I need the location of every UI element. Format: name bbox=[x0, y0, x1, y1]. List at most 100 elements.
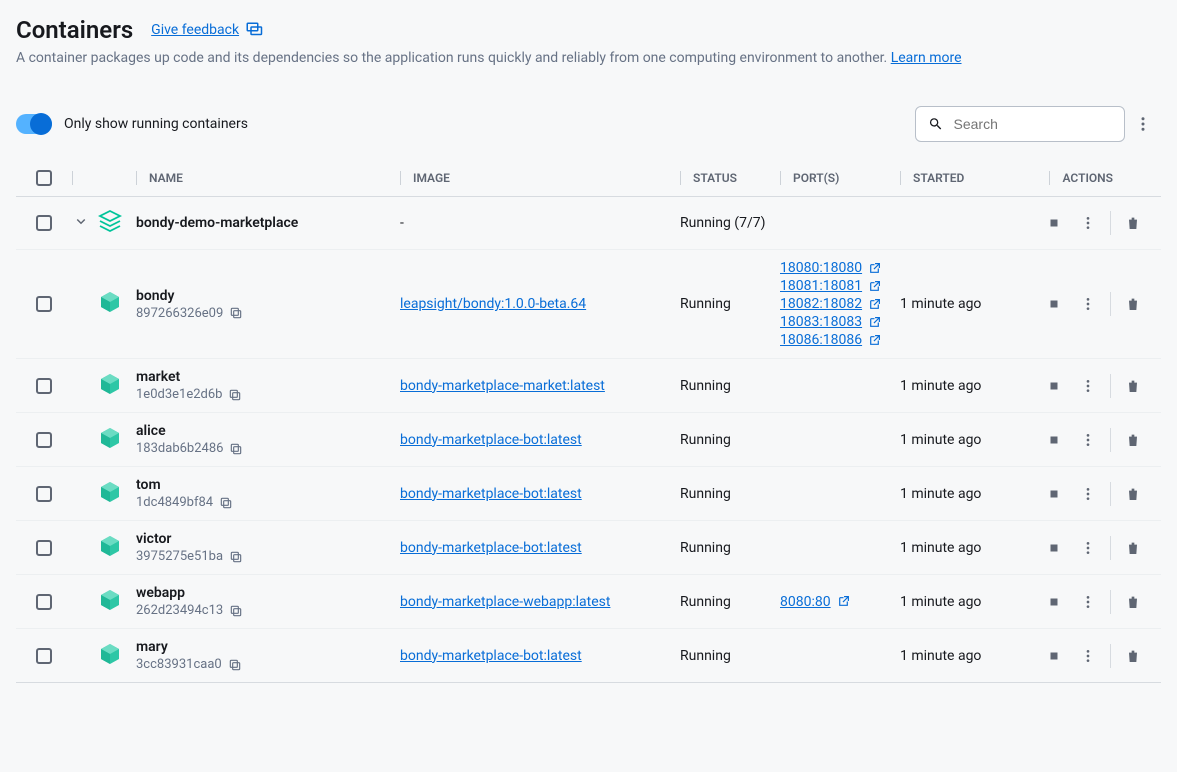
image-link[interactable]: bondy-marketplace-webapp:latest bbox=[400, 594, 610, 610]
delete-button[interactable] bbox=[1117, 586, 1149, 618]
delete-button[interactable] bbox=[1117, 478, 1149, 510]
stop-button[interactable] bbox=[1038, 370, 1070, 402]
delete-button[interactable] bbox=[1117, 424, 1149, 456]
container-name[interactable]: alice bbox=[136, 423, 400, 439]
container-id: 262d23494c13 bbox=[136, 603, 223, 618]
row-more-button[interactable] bbox=[1072, 532, 1104, 564]
delete-button[interactable] bbox=[1117, 532, 1149, 564]
trash-icon bbox=[1125, 215, 1141, 231]
status-text: Running bbox=[680, 432, 731, 448]
image-link[interactable]: bondy-marketplace-bot:latest bbox=[400, 540, 582, 556]
feedback-label: Give feedback bbox=[151, 22, 239, 38]
row-checkbox[interactable] bbox=[36, 540, 52, 556]
action-separator bbox=[1110, 644, 1111, 668]
more-options-button[interactable] bbox=[1125, 106, 1161, 142]
image-link[interactable]: bondy-marketplace-market:latest bbox=[400, 378, 605, 394]
col-header-status[interactable]: STATUS bbox=[680, 171, 780, 186]
stop-button[interactable] bbox=[1038, 586, 1070, 618]
search-icon bbox=[928, 115, 944, 133]
container-name[interactable]: bondy-demo-marketplace bbox=[136, 215, 400, 231]
trash-icon bbox=[1125, 486, 1141, 502]
action-separator bbox=[1110, 428, 1111, 452]
image-link[interactable]: bondy-marketplace-bot:latest bbox=[400, 432, 582, 448]
container-name[interactable]: bondy bbox=[136, 288, 400, 304]
container-name[interactable]: tom bbox=[136, 477, 400, 493]
copy-icon[interactable] bbox=[229, 306, 243, 320]
chevron-down-icon[interactable] bbox=[72, 212, 90, 230]
row-more-button[interactable] bbox=[1072, 424, 1104, 456]
stop-button[interactable] bbox=[1038, 424, 1070, 456]
stop-button[interactable] bbox=[1038, 532, 1070, 564]
row-checkbox[interactable] bbox=[36, 648, 52, 664]
search-input[interactable] bbox=[954, 116, 1113, 132]
container-id: 1e0d3e1e2d6b bbox=[136, 387, 222, 402]
container-name[interactable]: webapp bbox=[136, 585, 400, 601]
row-checkbox[interactable] bbox=[36, 215, 52, 231]
copy-icon[interactable] bbox=[228, 388, 242, 402]
col-header-started[interactable]: STARTED bbox=[900, 171, 1000, 186]
copy-icon[interactable] bbox=[229, 550, 243, 564]
copy-icon[interactable] bbox=[228, 658, 242, 672]
started-text: 1 minute ago bbox=[900, 432, 981, 448]
col-header-name[interactable]: NAME bbox=[136, 171, 400, 186]
row-more-button[interactable] bbox=[1072, 207, 1104, 239]
row-more-button[interactable] bbox=[1072, 478, 1104, 510]
container-name[interactable]: mary bbox=[136, 639, 400, 655]
stop-button[interactable] bbox=[1038, 478, 1070, 510]
row-checkbox[interactable] bbox=[36, 594, 52, 610]
container-name[interactable]: market bbox=[136, 369, 400, 385]
copy-icon[interactable] bbox=[229, 442, 243, 456]
action-separator bbox=[1110, 292, 1111, 316]
image-link[interactable]: bondy-marketplace-bot:latest bbox=[400, 648, 582, 664]
trash-icon bbox=[1125, 432, 1141, 448]
row-checkbox[interactable] bbox=[36, 378, 52, 394]
delete-button[interactable] bbox=[1117, 370, 1149, 402]
table-row: alice183dab6b2486bondy-marketplace-bot:l… bbox=[16, 413, 1161, 467]
learn-more-link[interactable]: Learn more bbox=[891, 50, 962, 66]
stop-button[interactable] bbox=[1038, 288, 1070, 320]
col-header-image[interactable]: IMAGE bbox=[400, 171, 680, 186]
delete-button[interactable] bbox=[1117, 640, 1149, 672]
col-header-ports[interactable]: PORT(S) bbox=[780, 171, 900, 186]
port-link[interactable]: 18081:18081 bbox=[780, 278, 900, 294]
table-row: bondy 897266326e09 leapsight/bondy:1.0.0-b… bbox=[16, 250, 1161, 359]
running-only-toggle[interactable] bbox=[16, 114, 52, 134]
container-icon bbox=[98, 480, 122, 504]
dots-vertical-icon bbox=[1080, 296, 1096, 312]
status-text: Running bbox=[680, 594, 731, 610]
port-link[interactable]: 8080:80 bbox=[780, 594, 900, 610]
delete-button[interactable] bbox=[1117, 288, 1149, 320]
port-link[interactable]: 18086:18086 bbox=[780, 332, 900, 348]
row-checkbox[interactable] bbox=[36, 432, 52, 448]
port-link[interactable]: 18082:18082 bbox=[780, 296, 900, 312]
started-text: 1 minute ago bbox=[900, 594, 981, 610]
delete-button[interactable] bbox=[1117, 207, 1149, 239]
row-more-button[interactable] bbox=[1072, 586, 1104, 618]
table-row: webapp 262d23494c13 bondy-marketplace-weba… bbox=[16, 575, 1161, 629]
status-text: Running bbox=[680, 296, 731, 312]
stop-button[interactable] bbox=[1038, 207, 1070, 239]
search-input-wrapper bbox=[915, 106, 1125, 142]
row-more-button[interactable] bbox=[1072, 640, 1104, 672]
row-more-button[interactable] bbox=[1072, 288, 1104, 320]
row-checkbox[interactable] bbox=[36, 296, 52, 312]
row-more-button[interactable] bbox=[1072, 370, 1104, 402]
port-link[interactable]: 18080:18080 bbox=[780, 260, 900, 276]
image-text: - bbox=[400, 215, 404, 231]
select-all-checkbox[interactable] bbox=[36, 170, 52, 186]
row-checkbox[interactable] bbox=[36, 486, 52, 502]
table-header: NAME IMAGE STATUS PORT(S) STARTED ACTION… bbox=[16, 160, 1161, 197]
container-id: 3cc83931caa0 bbox=[136, 657, 222, 672]
container-id: 897266326e09 bbox=[136, 306, 223, 321]
copy-icon[interactable] bbox=[219, 496, 233, 510]
dots-vertical-icon bbox=[1080, 486, 1096, 502]
container-name[interactable]: victor bbox=[136, 531, 400, 547]
copy-icon[interactable] bbox=[229, 604, 243, 618]
container-icon bbox=[98, 642, 122, 666]
give-feedback-link[interactable]: Give feedback bbox=[151, 21, 263, 39]
image-link[interactable]: bondy-marketplace-bot:latest bbox=[400, 486, 582, 502]
image-link[interactable]: leapsight/bondy:1.0.0-beta.64 bbox=[400, 296, 586, 312]
stop-button[interactable] bbox=[1038, 640, 1070, 672]
port-link[interactable]: 18083:18083 bbox=[780, 314, 900, 330]
table-row: mary 3cc83931caa0 bondy-marketplace-bot:la… bbox=[16, 629, 1161, 683]
